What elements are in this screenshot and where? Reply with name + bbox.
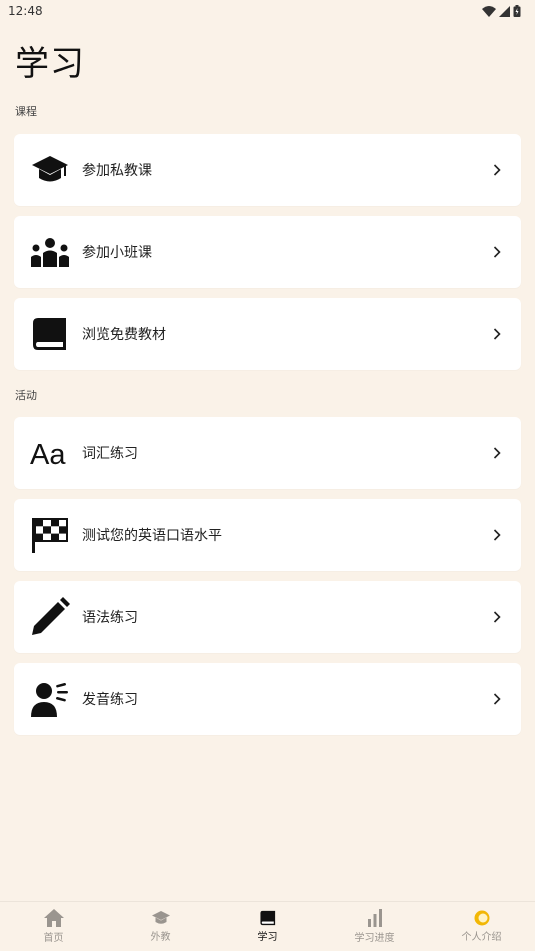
graduation-cap-icon xyxy=(30,150,70,190)
chevron-right-icon xyxy=(491,529,503,541)
pencil-icon xyxy=(30,597,70,637)
nav-item-label: 学习 xyxy=(257,932,278,943)
nav-item-label: 外教 xyxy=(150,932,171,943)
nav-item-label: 个人介绍 xyxy=(461,932,502,943)
page-title: 学习 xyxy=(15,44,85,84)
list-item-label: 参加私教课 xyxy=(82,163,152,179)
status-bar: 12:48 xyxy=(0,0,535,22)
speaking-person-icon xyxy=(30,679,70,719)
home-icon xyxy=(43,909,64,927)
checkered-flag-icon xyxy=(30,515,70,555)
signal-icon xyxy=(499,5,510,17)
nav-item-tutors[interactable]: 外教 xyxy=(107,902,214,951)
wifi-icon xyxy=(482,5,496,17)
nav-item-profile[interactable]: 个人介绍 xyxy=(428,902,535,951)
nav-item-label: 首页 xyxy=(43,933,64,944)
list-item-label: 参加小班课 xyxy=(82,245,152,261)
nav-item-label: 学习进度 xyxy=(354,933,395,944)
nav-item-study[interactable]: 学习 xyxy=(214,902,321,951)
bar-chart-icon xyxy=(367,909,382,927)
section-label-courses: 课程 xyxy=(15,105,37,118)
list-item-small-class[interactable]: 参加小班课 xyxy=(14,216,521,288)
status-icons xyxy=(482,5,521,17)
nav-item-home[interactable]: 首页 xyxy=(0,902,107,951)
chevron-right-icon xyxy=(491,693,503,705)
chevron-right-icon xyxy=(491,328,503,340)
list-item-label: 浏览免费教材 xyxy=(82,327,166,343)
list-item-label: 测试您的英语口语水平 xyxy=(82,528,222,544)
graduation-cap-icon xyxy=(151,911,170,924)
section-label-activities: 活动 xyxy=(15,389,37,402)
book-icon xyxy=(30,314,70,354)
status-time: 12:48 xyxy=(8,4,43,18)
book-icon xyxy=(259,910,275,926)
list-item-free-materials[interactable]: 浏览免费教材 xyxy=(14,298,521,370)
nav-item-progress[interactable]: 学习进度 xyxy=(321,902,428,951)
list-item-label: 语法练习 xyxy=(82,610,138,626)
list-item-label: 词汇练习 xyxy=(82,446,138,462)
list-item-grammar[interactable]: 语法练习 xyxy=(14,581,521,653)
text-aa-icon: Aa xyxy=(30,433,70,473)
bottom-nav: 首页 外教 学习 学习进度 个人介绍 xyxy=(0,901,535,951)
list-item-vocabulary[interactable]: Aa 词汇练习 xyxy=(14,417,521,489)
svg-text:Aa: Aa xyxy=(30,439,66,467)
chevron-right-icon xyxy=(491,246,503,258)
profile-icon xyxy=(474,910,489,926)
list-item-private-lesson[interactable]: 参加私教课 xyxy=(14,134,521,206)
list-item-pronunciation[interactable]: 发音练习 xyxy=(14,663,521,735)
list-item-speaking-test[interactable]: 测试您的英语口语水平 xyxy=(14,499,521,571)
chevron-right-icon xyxy=(491,447,503,459)
chevron-right-icon xyxy=(491,164,503,176)
chevron-right-icon xyxy=(491,611,503,623)
list-item-label: 发音练习 xyxy=(82,692,138,708)
battery-icon xyxy=(513,5,521,17)
group-icon xyxy=(30,232,70,272)
